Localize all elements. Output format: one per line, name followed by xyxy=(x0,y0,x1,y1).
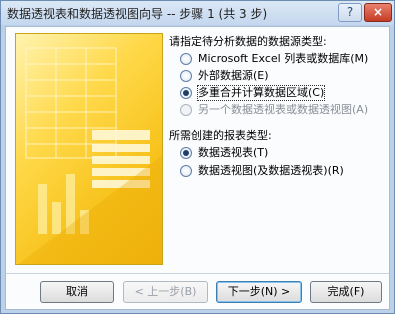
report-heading: 所需创建的报表类型: xyxy=(169,129,272,142)
radio-icon[interactable] xyxy=(180,53,192,65)
finish-button[interactable]: 完成(F) xyxy=(310,281,382,303)
title-bar[interactable]: 数据透视表和数据透视图向导 -- 步骤 1 (共 3 步) ? × xyxy=(1,1,394,25)
window-title: 数据透视表和数据透视图向导 -- 步骤 1 (共 3 步) xyxy=(7,7,268,21)
option-label: Microsoft Excel 列表或数据库(M) xyxy=(198,52,369,65)
wizard-window: 数据透视表和数据透视图向导 -- 步骤 1 (共 3 步) ? × 请指定待分析… xyxy=(0,0,395,314)
radio-icon-selected[interactable] xyxy=(180,87,192,99)
option-label: 数据透视表(T) xyxy=(198,146,269,159)
radio-dot-icon xyxy=(183,150,189,156)
radio-icon[interactable] xyxy=(180,165,192,177)
wizard-illustration xyxy=(15,33,163,265)
close-button[interactable]: × xyxy=(364,3,392,22)
cancel-button[interactable]: 取消 xyxy=(40,281,114,303)
radio-icon[interactable] xyxy=(180,104,192,116)
pivot-table-graphic xyxy=(18,47,162,264)
divider xyxy=(6,273,389,274)
option-label: 数据透视图(及数据透视表)(R) xyxy=(198,164,344,177)
option-label: 多重合并计算数据区域(C) xyxy=(196,85,326,101)
radio-icon-selected[interactable] xyxy=(180,147,192,159)
back-button[interactable]: < 上一步(B) xyxy=(123,281,208,303)
help-button[interactable]: ? xyxy=(338,3,362,22)
source-heading: 请指定待分析数据的数据源类型: xyxy=(169,35,327,48)
radio-dot-icon xyxy=(183,90,189,96)
option-label: 另一个数据透视表或数据透视图(A) xyxy=(198,103,369,116)
wizard-body: 请指定待分析数据的数据源类型: Microsoft Excel 列表或数据库(M… xyxy=(5,26,390,310)
option-label: 外部数据源(E) xyxy=(198,69,269,82)
next-button[interactable]: 下一步(N) > xyxy=(216,281,302,303)
radio-icon[interactable] xyxy=(180,70,192,82)
